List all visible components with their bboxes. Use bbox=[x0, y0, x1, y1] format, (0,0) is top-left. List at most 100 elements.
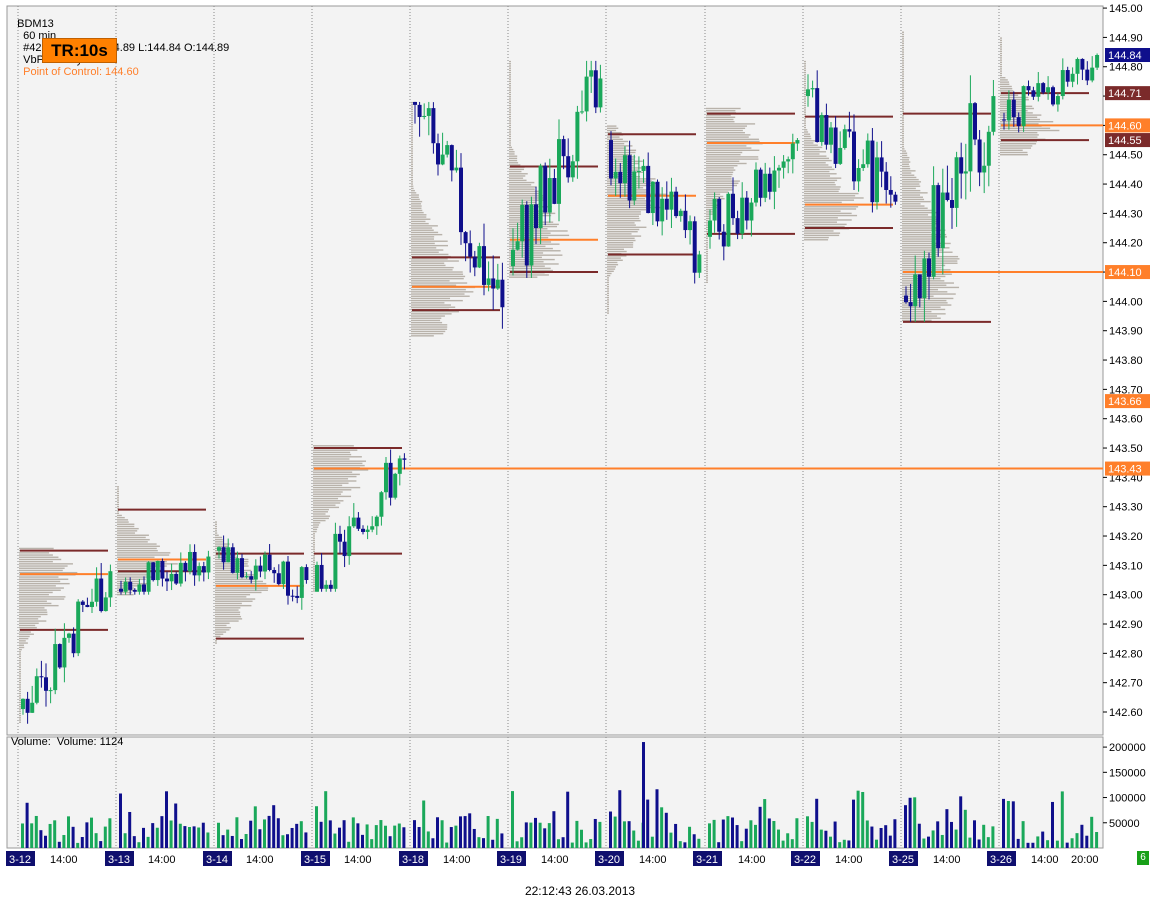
profile-bar bbox=[313, 585, 315, 588]
profile-bar bbox=[411, 207, 422, 209]
profile-bar bbox=[509, 76, 511, 78]
profile-bar bbox=[19, 646, 25, 649]
profile-bar bbox=[411, 152, 413, 154]
profile-bar bbox=[902, 82, 904, 84]
y-tick-label: 143.10 bbox=[1109, 560, 1143, 572]
volume-bar bbox=[417, 827, 421, 848]
profile-bar bbox=[902, 104, 904, 106]
profile-bar bbox=[1000, 44, 1002, 46]
profile-bar bbox=[706, 277, 708, 279]
candle-body bbox=[417, 104, 422, 118]
volume-bar bbox=[370, 839, 374, 848]
volume-bar bbox=[636, 840, 640, 848]
profile-bar bbox=[19, 556, 59, 558]
candle-body bbox=[922, 258, 927, 299]
volume-bar bbox=[772, 821, 776, 848]
candle-body bbox=[650, 181, 655, 214]
profile-bar bbox=[117, 536, 146, 539]
profile-bar bbox=[19, 688, 21, 690]
volume-bar bbox=[169, 820, 173, 848]
volume-bar bbox=[1055, 840, 1059, 848]
profile-bar bbox=[313, 515, 331, 517]
volume-bar bbox=[609, 811, 612, 848]
profile-bar bbox=[313, 502, 341, 504]
profile-bar bbox=[313, 495, 352, 498]
profile-bar bbox=[509, 177, 524, 179]
price-tag-label: 143.43 bbox=[1108, 464, 1142, 476]
profile-bar bbox=[804, 177, 842, 179]
volume-bar bbox=[660, 807, 664, 848]
profile-bar bbox=[117, 580, 140, 583]
profile-bar bbox=[706, 184, 737, 187]
profile-bar bbox=[706, 182, 739, 185]
profile-bar bbox=[411, 211, 424, 214]
profile-bar bbox=[19, 690, 21, 693]
profile-bar bbox=[117, 492, 119, 495]
candle-body bbox=[963, 171, 968, 174]
profile-bar bbox=[411, 115, 413, 117]
y-tick-label: 144.00 bbox=[1109, 296, 1143, 308]
profile-bar bbox=[411, 178, 413, 181]
profile-bar bbox=[411, 218, 431, 220]
profile-bar bbox=[902, 44, 904, 47]
candle-body bbox=[235, 558, 240, 573]
profile-bar bbox=[1000, 48, 1002, 50]
volume-bar bbox=[67, 816, 70, 848]
volume-bar bbox=[613, 816, 617, 848]
profile-bar bbox=[804, 219, 852, 221]
profile-bar bbox=[607, 268, 616, 270]
profile-bar bbox=[509, 80, 511, 83]
profile-bar bbox=[804, 184, 836, 186]
profile-bar bbox=[607, 248, 624, 250]
candle-body bbox=[552, 178, 557, 204]
volume-bar bbox=[927, 836, 930, 848]
profile-bar bbox=[411, 167, 413, 170]
profile-bar bbox=[313, 445, 354, 447]
profile-bar bbox=[509, 267, 551, 270]
profile-bar bbox=[706, 261, 708, 264]
profile-bar bbox=[313, 590, 315, 592]
profile-bar bbox=[706, 270, 708, 273]
candle-body bbox=[1085, 69, 1090, 81]
profile-bar bbox=[19, 640, 26, 642]
profile-bar bbox=[19, 593, 49, 596]
profile-bar bbox=[19, 571, 78, 574]
profile-bar bbox=[706, 176, 732, 178]
volume-bar bbox=[575, 820, 579, 848]
profile-bar bbox=[902, 203, 921, 205]
profile-bar bbox=[706, 162, 747, 165]
volume-bar bbox=[1065, 842, 1069, 848]
profile-bar bbox=[706, 145, 747, 147]
volume-bar bbox=[244, 834, 248, 848]
profile-bar bbox=[411, 117, 413, 119]
price-chart[interactable]: 145.00144.90144.80144.70144.60144.50144.… bbox=[0, 0, 1160, 910]
volume-bar bbox=[982, 824, 986, 848]
volume-bar bbox=[697, 838, 701, 848]
price-tag-label: 144.84 bbox=[1108, 50, 1142, 62]
profile-bar bbox=[215, 536, 223, 539]
y-tick-label: 144.90 bbox=[1109, 32, 1143, 44]
volume-bar bbox=[740, 841, 744, 848]
profile-bar bbox=[19, 589, 61, 591]
profile-bar bbox=[804, 159, 832, 162]
profile-bar bbox=[902, 46, 904, 49]
volume-bar bbox=[893, 819, 897, 848]
profile-bar bbox=[215, 633, 224, 635]
profile-bar bbox=[215, 626, 231, 629]
profile-bar bbox=[706, 209, 713, 211]
volume-bar bbox=[1075, 833, 1079, 848]
candle-body bbox=[468, 243, 473, 257]
candle-body bbox=[515, 241, 520, 250]
profile-bar bbox=[706, 215, 710, 218]
profile-bar bbox=[509, 82, 511, 85]
time-label: 14:00 bbox=[344, 854, 372, 866]
profile-bar bbox=[411, 196, 419, 198]
volume-bar bbox=[230, 835, 234, 848]
volume-bar bbox=[632, 830, 636, 848]
profile-bar bbox=[902, 297, 954, 300]
profile-bar bbox=[706, 169, 736, 171]
profile-bar bbox=[411, 203, 422, 205]
price-tag-label: 144.55 bbox=[1108, 135, 1142, 147]
profile-bar bbox=[706, 138, 759, 141]
profile-bar bbox=[19, 622, 39, 624]
